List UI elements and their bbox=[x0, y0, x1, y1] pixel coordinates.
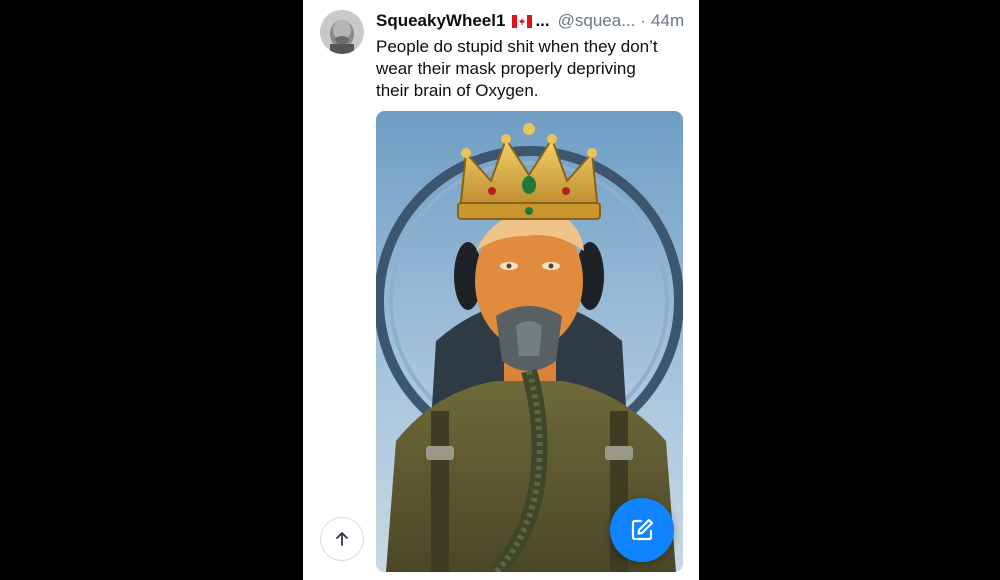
post-timestamp[interactable]: 44m bbox=[651, 11, 684, 31]
post-text: People do stupid shit when they don’t we… bbox=[376, 37, 658, 100]
user-handle[interactable]: @squea... bbox=[558, 11, 636, 31]
display-name[interactable]: SqueakyWheel1 bbox=[376, 11, 505, 31]
avatar[interactable] bbox=[320, 10, 364, 54]
name-truncation: ... bbox=[535, 11, 550, 30]
avatar-image bbox=[320, 10, 364, 54]
arrow-up-icon bbox=[336, 532, 348, 546]
compose-icon bbox=[631, 518, 654, 541]
scroll-to-top-button[interactable] bbox=[320, 517, 364, 561]
compose-button[interactable] bbox=[610, 498, 674, 562]
separator-dot: · bbox=[640, 11, 647, 30]
canada-flag-icon bbox=[512, 14, 533, 28]
post-panel: SqueakyWheel1 ... @squea... · 44m People… bbox=[303, 0, 699, 580]
post-header: SqueakyWheel1 ... @squea... · 44m bbox=[376, 10, 685, 32]
